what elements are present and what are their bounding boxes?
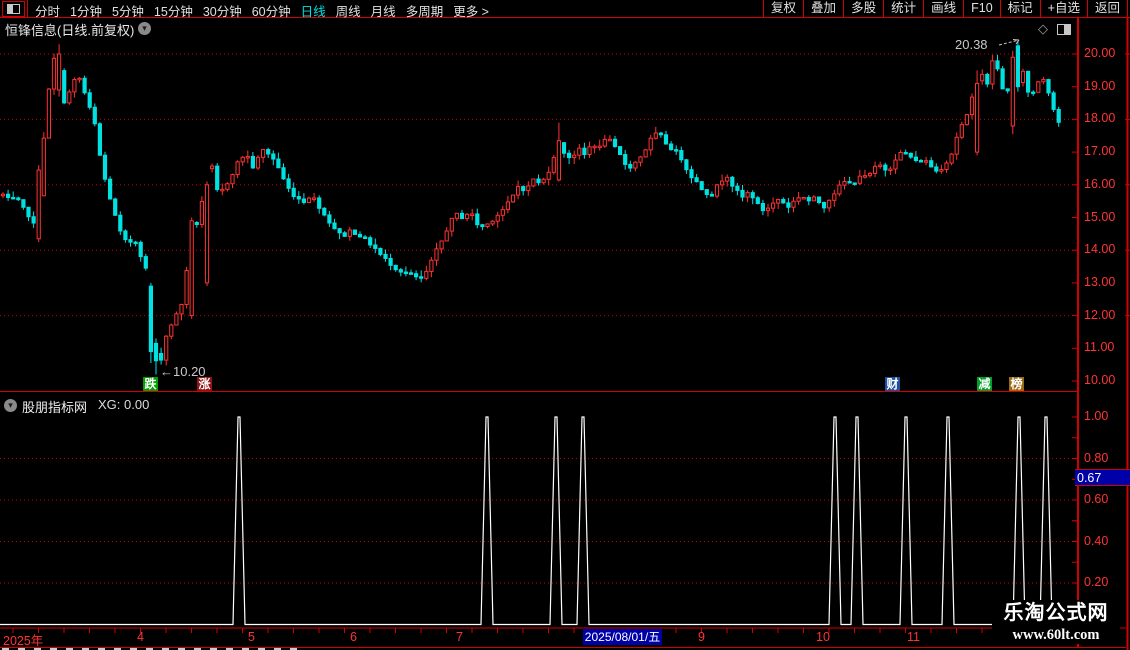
price-axis-label: 15.00	[1084, 209, 1116, 224]
price-axis-label: 10.00	[1084, 373, 1116, 387]
layout-icon-button[interactable]	[2, 1, 25, 17]
top-toolbar: 分时 1分钟 5分钟 15分钟 30分钟 60分钟 日线 周线 月线 多周期 更多 > 复权 叠加 多股…	[0, 0, 1130, 20]
date-axis-label: 6	[350, 630, 357, 644]
indicator-value: XG: 0.00	[98, 397, 150, 412]
toolbar-divider	[27, 0, 28, 18]
period-tab-60分钟[interactable]: 60分钟	[252, 1, 291, 20]
toolbar-button-F10[interactable]: F10	[963, 0, 1000, 17]
indicator-axis-label: 0.40	[1084, 533, 1109, 548]
toolbar-button-复权[interactable]: 复权	[763, 0, 803, 17]
toolbar-button-返回[interactable]: 返回	[1086, 0, 1127, 17]
period-tab-30分钟[interactable]: 30分钟	[203, 1, 242, 20]
price-axis-label: 14.00	[1084, 242, 1116, 257]
toolbar-actions: 复权 叠加 多股 统计 画线 F10 标记 +自选 返回	[763, 0, 1128, 17]
toolbar-button-叠加[interactable]: 叠加	[803, 0, 843, 17]
price-axis-label: 16.00	[1084, 176, 1116, 191]
indicator-name: 股朋指标网	[22, 400, 88, 415]
high-price-annotation: 20.38	[955, 37, 988, 52]
price-axis-label: 12.00	[1084, 307, 1116, 322]
date-axis-label: 11	[907, 630, 920, 644]
indicator-panel[interactable]	[0, 392, 1078, 628]
event-badges: 跌涨财减榜	[0, 377, 1078, 391]
price-axis-label: 19.00	[1084, 78, 1116, 93]
date-axis-label: 7	[456, 630, 463, 644]
toolbar-button-标记[interactable]: 标记	[999, 0, 1040, 17]
toolbar-button-多股[interactable]: 多股	[843, 0, 883, 17]
period-tab-5分钟[interactable]: 5分钟	[112, 1, 144, 20]
price-axis-label: 18.00	[1084, 111, 1116, 126]
toolbar-button-+自选[interactable]: +自选	[1039, 0, 1087, 17]
period-tab-分时[interactable]: 分时	[35, 1, 60, 20]
date-axis-label: 10	[816, 630, 830, 644]
toolbar-button-画线[interactable]: 画线	[923, 0, 963, 17]
period-tab-日线[interactable]: 日线	[301, 1, 326, 20]
main-chart-panel[interactable]	[0, 18, 1078, 392]
period-tab-更多 >[interactable]: 更多 >	[453, 1, 489, 20]
marker-badge-减[interactable]: 减	[977, 377, 992, 391]
price-axis-label: 11.00	[1084, 340, 1115, 355]
date-axis[interactable]: 2025年 4 5 6 7 9 10 11 2025/08/01/五	[0, 628, 1126, 648]
watermark-site-name: 乐淘公式网	[1003, 602, 1109, 624]
price-axis-label: 13.00	[1084, 274, 1116, 289]
marker-badge-榜[interactable]: 榜	[1009, 377, 1024, 391]
period-tab-周线[interactable]: 周线	[336, 1, 361, 20]
watermark: 乐淘公式网 www.60lt.com	[992, 600, 1120, 644]
trading-app-window: 分时 1分钟 5分钟 15分钟 30分钟 60分钟 日线 周线 月线 多周期 更多 > 复权 叠加 多股…	[0, 0, 1130, 650]
chevron-down-icon[interactable]: ▾	[4, 399, 17, 412]
marker-badge-涨[interactable]: 涨	[197, 377, 212, 391]
indicator-axis-label: 0.80	[1084, 450, 1109, 465]
date-axis-label: 9	[698, 630, 705, 644]
indicator-cursor-value: 0.67	[1075, 469, 1130, 486]
period-tab-多周期[interactable]: 多周期	[406, 1, 444, 20]
chart-title: 恒锋信息(日线.前复权)	[5, 23, 135, 38]
indicator-axis-label: 0.60	[1084, 492, 1109, 506]
watermark-url: www.60lt.com	[1012, 627, 1100, 643]
chevron-down-icon[interactable]: ▾	[138, 22, 151, 35]
marker-badge-财[interactable]: 财	[885, 377, 900, 391]
date-axis-label: 4	[137, 630, 144, 644]
date-axis-label: 5	[248, 630, 255, 644]
period-tab-1分钟[interactable]: 1分钟	[70, 1, 102, 20]
period-tab-月线[interactable]: 月线	[371, 1, 396, 20]
date-axis-label: 2025年	[3, 634, 44, 648]
price-axis-label: 20.00	[1084, 46, 1116, 60]
price-axis-label: 17.00	[1084, 144, 1116, 159]
diamond-icon[interactable]: ◇	[1038, 21, 1048, 37]
selected-date-badge: 2025/08/01/五	[583, 629, 662, 645]
toolbar-button-统计[interactable]: 统计	[883, 0, 923, 17]
period-tabs: 分时 1分钟 5分钟 15分钟 30分钟 60分钟 日线 周线 月线 多周期 更多 >	[35, 1, 499, 20]
period-tab-15分钟[interactable]: 15分钟	[154, 1, 193, 20]
marker-badge-跌[interactable]: 跌	[143, 377, 158, 391]
indicator-axis-label: 0.20	[1084, 575, 1109, 589]
split-panel-icon	[7, 4, 20, 14]
split-panel-icon[interactable]	[1057, 24, 1071, 35]
indicator-axis-label: 1.00	[1084, 409, 1109, 423]
